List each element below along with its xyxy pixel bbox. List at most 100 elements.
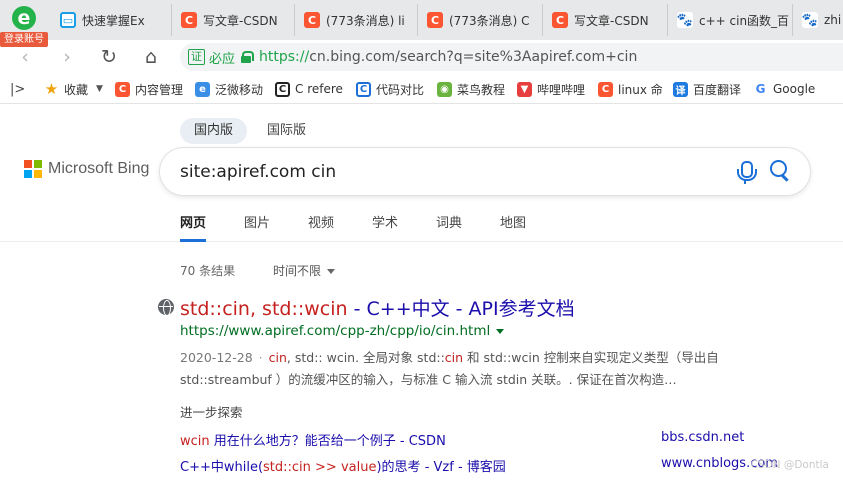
navigation-bar: ‹ › ↻ ⌂ 证 必应 https:// cn.bing.com/search… [0, 40, 843, 74]
csdn-icon: C [181, 12, 197, 28]
certificate-icon[interactable]: 证 [188, 49, 205, 65]
diff-icon: C [356, 81, 371, 97]
tab-label: c++ cin函数_百 [699, 13, 790, 28]
bookmark-item[interactable]: 译 百度翻译 [673, 80, 743, 98]
forward-arrow-icon[interactable]: › [54, 44, 80, 70]
snippet-highlight: cin [268, 350, 287, 365]
bookmark-label: 哔哩哔哩 [537, 82, 586, 97]
google-icon: G [753, 81, 768, 97]
browser-tab[interactable]: C (773条消息) li [296, 4, 418, 36]
scope-images[interactable]: 图片 [244, 212, 270, 242]
caret-down-icon [327, 269, 336, 274]
browser-logo[interactable]: e 登录账号 [0, 0, 52, 48]
bookmark-label: 收藏 [64, 82, 89, 97]
caret-down-icon: ▼ [96, 84, 103, 94]
result-title-highlight: std::cin, std::wcin [180, 298, 348, 320]
address-bar[interactable]: 证 必应 https:// cn.bing.com/search?q=site%… [180, 43, 843, 71]
login-account-badge[interactable]: 登录账号 [0, 32, 48, 47]
browser-tab[interactable]: C 写文章-CSDN [544, 4, 668, 36]
bookmark-item[interactable]: C 代码对比 [356, 80, 426, 98]
tab-label: 写文章-CSDN [574, 13, 649, 28]
tab-label: 写文章-CSDN [203, 13, 278, 28]
result-url[interactable]: https://www.apiref.com/cpp-zh/cpp/io/cin… [180, 323, 505, 339]
runoob-icon: ◉ [437, 81, 452, 97]
bookmark-item[interactable]: C 内容管理 [115, 80, 185, 98]
explore-text: )的思考 - Vzf - 博客园 [376, 460, 506, 475]
sidebar-toggle-icon[interactable]: |> [10, 80, 30, 98]
browser-tab[interactable]: C 写文章-CSDN [173, 4, 295, 36]
tab-international[interactable]: 国际版 [253, 118, 320, 144]
browser-tab[interactable]: 🐾 zhi [794, 4, 843, 36]
tab-label: 快速掌握Ex [82, 13, 145, 28]
url-scheme: https:// [259, 49, 310, 65]
home-icon[interactable]: ⌂ [138, 44, 164, 70]
explore-heading: 进一步探索 [180, 405, 243, 420]
tab-label: (773条消息) li [326, 13, 405, 28]
result-date: 2020-12-28 [180, 350, 253, 365]
bilibili-icon: ▼ [517, 81, 532, 97]
bookmark-item[interactable]: G Google [753, 80, 823, 98]
csdn-icon: C [598, 81, 613, 97]
reload-icon[interactable]: ↻ [96, 44, 122, 70]
scope-academic[interactable]: 学术 [372, 212, 398, 242]
explore-item: C++中while(std::cin >> value)的思考 - Vzf - … [180, 456, 778, 476]
caret-down-icon[interactable] [496, 328, 505, 334]
search-icon[interactable] [770, 160, 792, 182]
microsoft-logo-icon [24, 160, 42, 178]
region-tabs: 国内版 国际版 [180, 118, 320, 144]
separator-dot: · [258, 350, 263, 365]
explore-link[interactable]: C++中while(std::cin >> value)的思考 - Vzf - … [180, 460, 506, 475]
bookmark-label: 菜鸟教程 [457, 82, 506, 97]
translate-icon: 译 [673, 81, 688, 97]
scope-web[interactable]: 网页 [180, 212, 207, 242]
scope-dictionary[interactable]: 词典 [436, 212, 462, 242]
url-text: cn.bing.com/search?q=site%3Aapiref.com+c… [309, 49, 638, 65]
explore-link[interactable]: wcin 用在什么地方？能否给一个例子 - CSDN [180, 434, 446, 449]
bing-logo[interactable]: Microsoft Bing [24, 160, 149, 178]
search-mode-label: 必应 [209, 51, 236, 67]
watermark: CSDN @Dontla [750, 459, 829, 471]
explore-highlight: wcin [180, 434, 210, 449]
explore-text: C++中while( [180, 460, 264, 475]
scope-maps[interactable]: 地图 [500, 212, 526, 242]
result-snippet: 2020-12-28 · cin, std:: wcin. 全局对象 std::ci… [180, 347, 740, 391]
fanwei-icon: e [195, 81, 210, 97]
tab-strip: ▭ 快速掌握Ex C 写文章-CSDN C (773条消息) li C (773… [0, 0, 843, 40]
explore-highlight: std::cin >> value [263, 460, 377, 475]
csdn-icon: C [115, 81, 130, 97]
scope-videos[interactable]: 视频 [308, 212, 334, 242]
tab-label: zhi [824, 13, 842, 27]
tab-label: (773条消息) C [449, 13, 530, 28]
browser-tab[interactable]: C (773条消息) C [419, 4, 543, 36]
result-url-text: https://www.apiref.com/cpp-zh/cpp/io/cin… [180, 323, 491, 339]
snippet-text: , std:: wcin. 全局对象 std:: [286, 350, 445, 365]
browser-tab[interactable]: 🐾 c++ cin函数_百 [669, 4, 793, 36]
result-title-rest: - C++中文 - API参考文档 [347, 298, 575, 320]
bookmark-item[interactable]: ◉ 菜鸟教程 [437, 80, 507, 98]
lock-icon[interactable] [241, 51, 255, 63]
bilibili-tv-icon: ▭ [60, 12, 76, 28]
snippet-highlight: cin [444, 350, 464, 365]
bookmark-label: 泛微移动 [215, 82, 264, 97]
baidu-paw-icon: 🐾 [801, 12, 819, 28]
browser-e-icon: e [12, 6, 36, 30]
time-filter-dropdown[interactable]: 时间不限 [273, 262, 336, 279]
bookmark-label: C refere [295, 82, 343, 96]
microphone-icon[interactable] [736, 161, 757, 184]
explore-site[interactable]: bbs.csdn.net [661, 430, 744, 445]
result-count: 70 条结果 [180, 264, 236, 278]
bookmark-item[interactable]: e 泛微移动 [195, 80, 265, 98]
tab-domestic[interactable]: 国内版 [180, 118, 248, 144]
bookmark-item[interactable]: C linux 命 [598, 80, 662, 98]
bookmark-label: 百度翻译 [693, 82, 742, 97]
bookmark-item[interactable]: ▼ 哔哩哔哩 [517, 80, 587, 98]
search-input[interactable] [180, 161, 720, 182]
browser-tab[interactable]: ▭ 快速掌握Ex [52, 4, 172, 36]
time-filter-label: 时间不限 [273, 264, 322, 278]
bookmark-item[interactable]: C C refere [275, 80, 345, 98]
result-title-link[interactable]: std::cin, std::wcin - C++中文 - API参考文档 [180, 294, 575, 321]
csdn-icon: C [304, 12, 320, 28]
explore-text: 用在什么地方？能否给一个例子 - CSDN [209, 434, 446, 449]
bookmark-label: 代码对比 [376, 82, 425, 97]
bookmark-favorites[interactable]: ★ 收藏 ▼ [44, 80, 110, 98]
